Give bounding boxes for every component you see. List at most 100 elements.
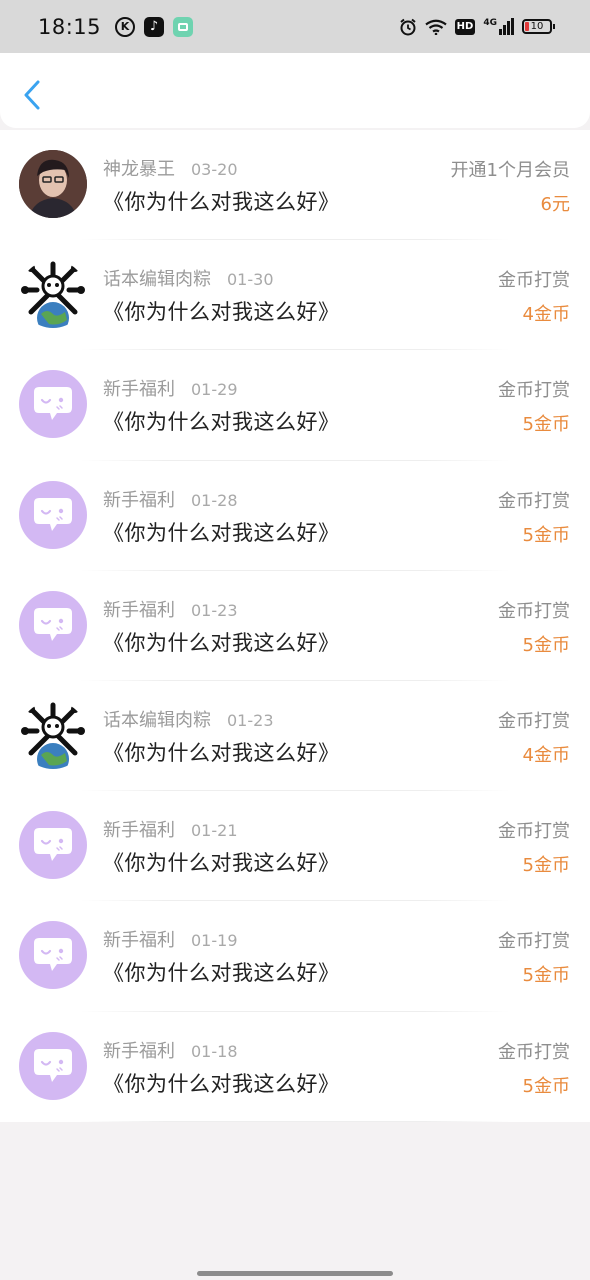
record-date: 01-18 [191,1041,238,1061]
avatar [19,921,87,990]
green-app-icon [173,16,194,37]
record-user-name: 新手福利 01-18 [103,1037,238,1063]
hd-badge: HD [454,18,476,35]
chat-bubble-icon [34,387,72,421]
record-user-name: 新手福利 01-29 [103,375,238,401]
chat-bubble-icon [34,497,72,531]
row-divider [80,1120,510,1122]
reward-type: 开通1个月会员 [450,160,570,181]
skull-crossbones-icon [21,261,85,329]
status-app-icons: K ♪ [115,16,194,37]
reward-amount: 5金币 [522,1075,570,1097]
record-user-name: 话本编辑肉粽 01-30 [103,265,274,291]
work-title: 《你为什么对我这么好》 [103,630,340,655]
avatar [19,1031,87,1100]
chat-bubble-icon [34,1048,72,1082]
avatar [19,811,87,880]
reward-amount: 4金币 [522,744,570,766]
reward-amount: 5金币 [522,634,570,656]
back-button[interactable] [18,79,46,111]
reward-type: 金币打赏 [498,931,570,953]
user-photo-icon [19,150,87,218]
work-title: 《你为什么对我这么好》 [103,740,340,765]
user-name-text: 新手福利 [103,820,175,842]
record-row[interactable]: 新手福利 01-23 《你为什么对我这么好》 金币打赏 5金币 [0,571,590,681]
record-user-name: 新手福利 01-19 [103,926,238,952]
record-user-name: 话本编辑肉粽 01-23 [103,706,274,732]
avatar [19,480,87,549]
chat-bubble-icon [34,828,72,862]
record-date: 01-19 [191,931,238,951]
record-user-name: 神龙暴王 03-20 [103,155,238,181]
reward-type: 金币打赏 [498,490,570,512]
record-row[interactable]: 神龙暴王 03-20 《你为什么对我这么好》 开通1个月会员 6元 [0,130,590,241]
record-date: 01-28 [191,490,238,510]
work-title: 《你为什么对我这么好》 [103,961,340,986]
record-row[interactable]: 话本编辑肉粽 01-30 《你为什么对我这么好》 金币打赏 4金币 [0,240,590,351]
work-title: 《你为什么对我这么好》 [103,410,340,435]
avatar [19,370,87,439]
status-indicators: HD 4G 10 [399,18,555,36]
wifi-icon [425,19,447,35]
skull-crossbones-icon [21,702,85,769]
reward-amount: 5金币 [522,965,570,987]
user-name-text: 新手福利 [103,599,175,621]
user-name-text: 话本编辑肉粽 [103,709,211,731]
work-title: 《你为什么对我这么好》 [103,851,340,876]
avatar [19,150,87,218]
user-name-text: 话本编辑肉粽 [103,269,211,291]
record-row[interactable]: 话本编辑肉粽 01-23 《你为什么对我这么好》 金币打赏 4金币 [0,681,590,792]
work-title: 《你为什么对我这么好》 [103,1071,340,1096]
record-row[interactable]: 新手福利 01-19 《你为什么对我这么好》 金币打赏 5金币 [0,901,590,1012]
status-bar: 18:15 K ♪ HD 4G 10 [0,0,590,53]
user-name-text: 新手福利 [103,379,175,401]
network-type: 4G [483,18,497,28]
record-date: 01-29 [191,380,238,400]
record-row[interactable]: 新手福利 01-18 《你为什么对我这么好》 金币打赏 5金币 [0,1012,590,1122]
record-date: 01-30 [227,270,274,290]
battery-level: 10 [530,21,544,32]
income-record-list: 神龙暴王 03-20 《你为什么对我这么好》 开通1个月会员 6元 话本编辑肉粽 0… [0,130,590,1122]
reward-amount: 5金币 [522,855,570,877]
cellular-signal-icon: 4G [483,18,514,35]
reward-type: 金币打赏 [498,270,570,292]
record-date: 03-20 [191,160,238,179]
tiktok-icon: ♪ [144,16,165,37]
chat-bubble-icon [34,607,72,641]
alarm-icon [400,18,416,35]
user-name-text: 新手福利 [103,1040,175,1062]
record-row[interactable]: 新手福利 01-21 《你为什么对我这么好》 金币打赏 5金币 [0,791,590,902]
user-name-text: 新手福利 [103,489,175,511]
reward-type: 金币打赏 [498,1041,570,1063]
user-name-text: 神龙暴王 [103,159,175,180]
avatar [19,590,87,659]
reward-amount: 5金币 [522,524,570,546]
record-date: 01-23 [191,600,238,620]
user-name-text: 新手福利 [103,930,175,952]
record-date: 01-21 [191,821,238,841]
reward-amount: 4金币 [522,304,570,326]
home-indicator[interactable] [197,1271,393,1276]
record-row[interactable]: 新手福利 01-29 《你为什么对我这么好》 金币打赏 5金币 [0,350,590,461]
record-row[interactable]: 新手福利 01-28 《你为什么对我这么好》 金币打赏 5金币 [0,461,590,571]
record-user-name: 新手福利 01-28 [103,486,238,512]
work-title: 《你为什么对我这么好》 [103,300,340,325]
status-time: 18:15 [38,14,102,39]
chat-bubble-icon [34,938,72,972]
battery-icon: 10 [522,19,555,34]
reward-type: 金币打赏 [498,600,570,622]
top-nav-bar [0,53,590,128]
record-date: 01-23 [227,710,274,730]
reward-type: 金币打赏 [498,710,570,732]
record-user-name: 新手福利 01-21 [103,816,238,842]
avatar [19,700,87,769]
reward-type: 金币打赏 [498,821,570,843]
reward-type: 金币打赏 [498,380,570,402]
reward-amount: 5金币 [522,414,570,436]
avatar [19,260,87,329]
chevron-left-icon [24,80,40,110]
work-title: 《你为什么对我这么好》 [103,190,340,214]
work-title: 《你为什么对我这么好》 [103,520,340,545]
k-app-icon: K [115,16,136,37]
reward-amount: 6元 [540,194,570,215]
